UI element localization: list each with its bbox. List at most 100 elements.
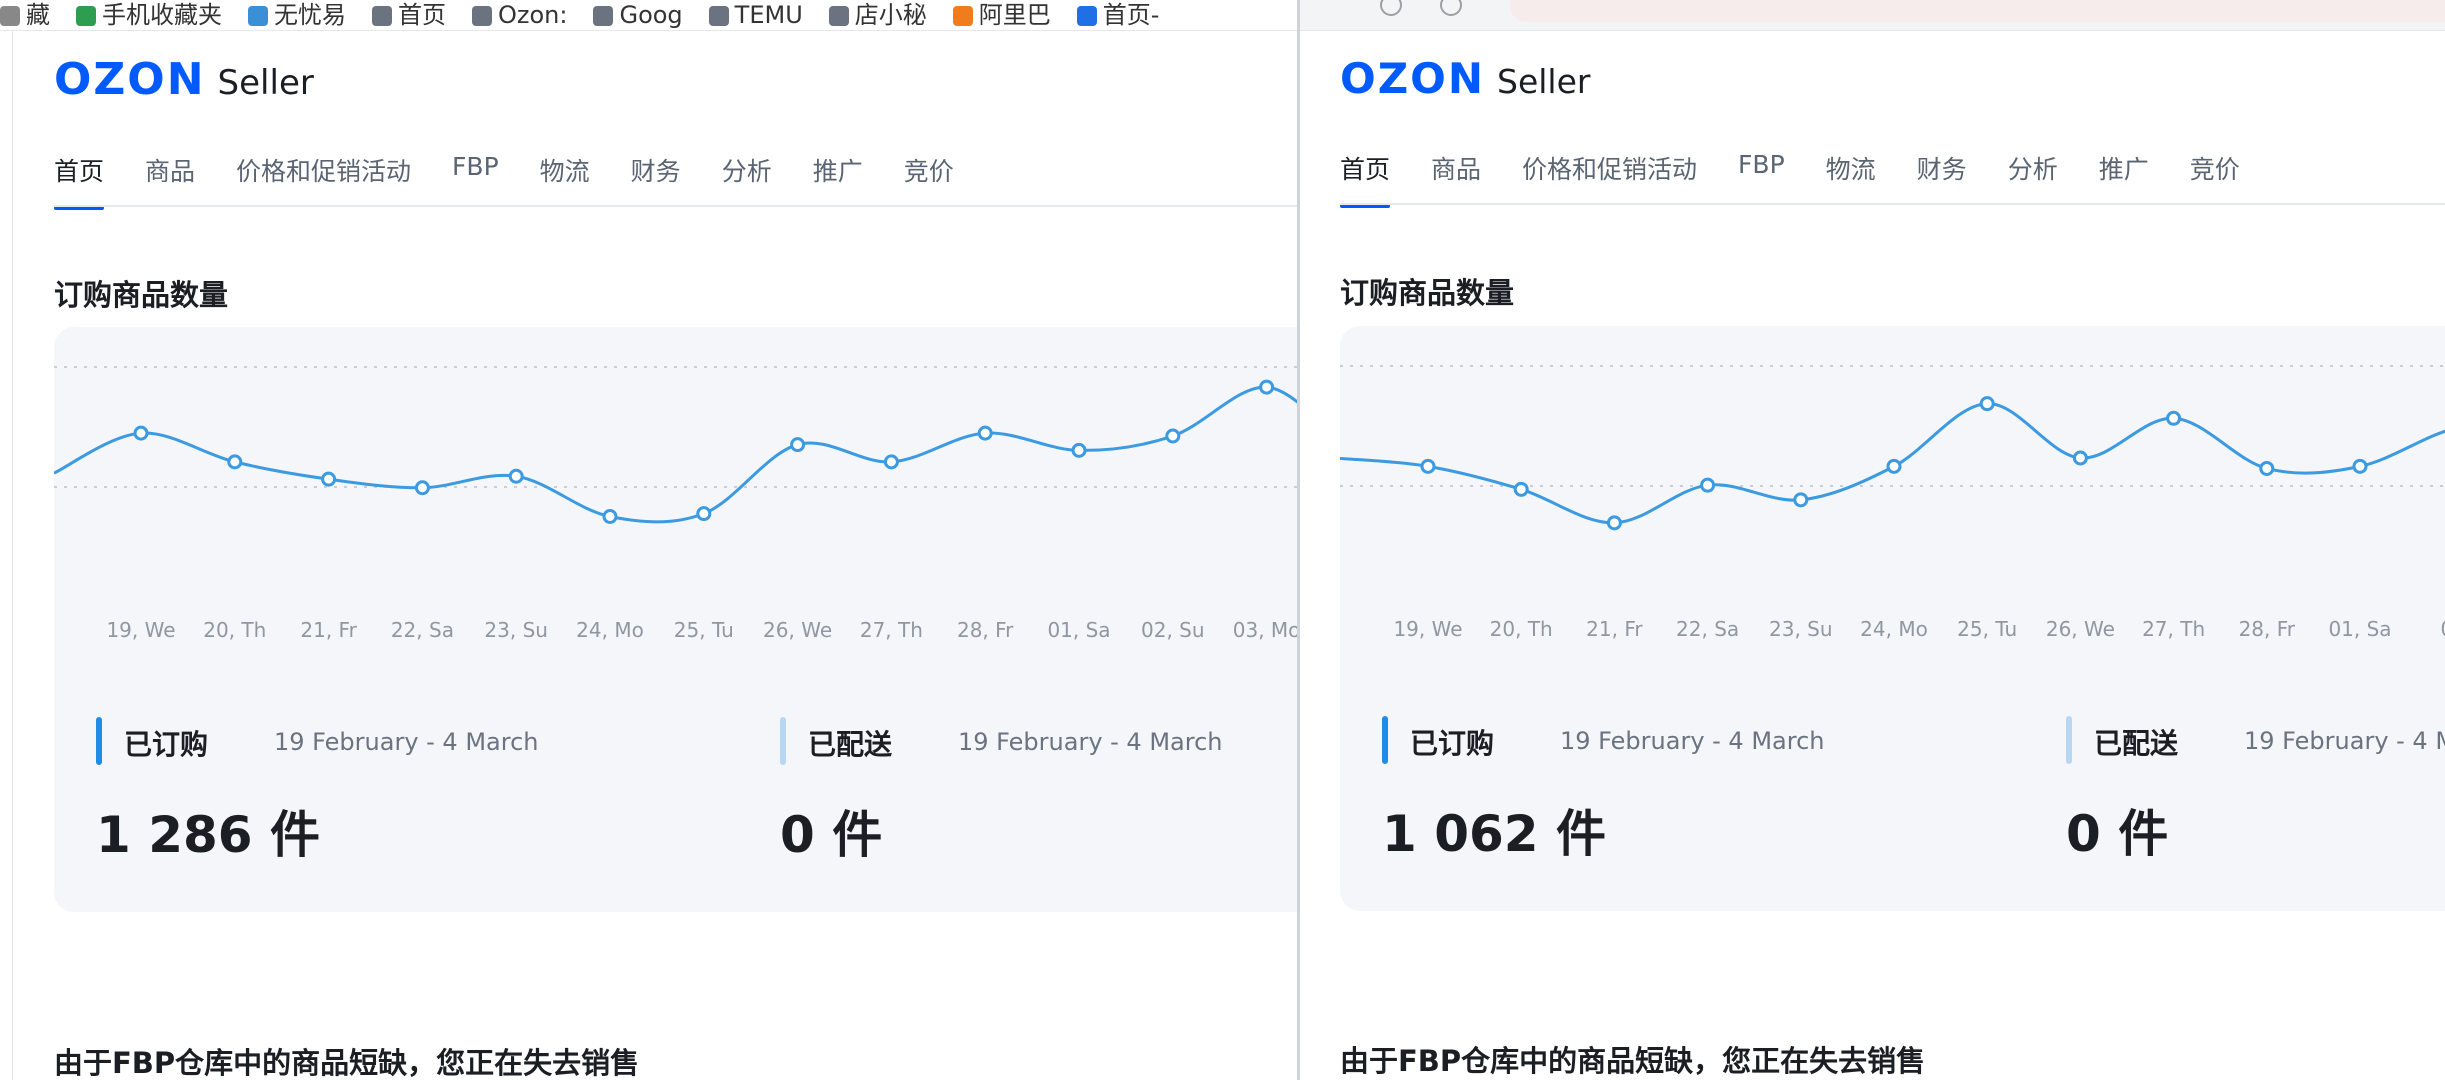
section-title-fbp-shortage: 由于FBP仓库中的商品短缺，您正在失去销售 (54, 1046, 640, 1080)
nav-tab[interactable]: 竞价 (904, 152, 954, 188)
nav-tab[interactable]: 商品 (1431, 150, 1481, 186)
bookmark-item[interactable]: 首页- (1076, 0, 1159, 30)
x-tick-label: 19, We (1393, 617, 1462, 641)
nav-tab[interactable]: FBP (452, 152, 499, 188)
x-tick-label: 01, Sa (2328, 617, 2391, 641)
data-point[interactable] (227, 454, 243, 470)
nav-tab[interactable]: 推广 (2099, 150, 2149, 186)
bookmark-item[interactable]: Ozon: (472, 0, 567, 30)
data-point[interactable] (1259, 379, 1275, 395)
data-point[interactable] (2259, 460, 2275, 476)
address-bar-strip (1300, 0, 2445, 31)
data-point[interactable] (2352, 458, 2368, 474)
bookmarks-bar: 藏 手机收藏夹 无忧易 首页 Ozon: Goog TEMU 店小秘 阿里巴 首页- (0, 0, 1298, 31)
data-point[interactable] (790, 437, 806, 453)
bookmark-icon (828, 6, 849, 26)
logo-product: Seller (1497, 62, 1591, 101)
bookmark-icon (0, 6, 20, 26)
stat-shipped-range: 19 February - 4 March (958, 728, 1223, 756)
nav-underline (54, 205, 1298, 207)
bookmark-label: 阿里巴 (978, 1, 1051, 29)
section-title-ordered-count: 订购商品数量 (1340, 276, 1515, 310)
bookmark-label: 藏 (26, 1, 50, 29)
nav-tab[interactable]: FBP (1738, 150, 1785, 186)
stat-ordered-range: 19 February - 4 March (274, 728, 539, 756)
x-tick-label: 02, Su (1141, 618, 1205, 642)
x-tick-label: 21, Fr (1586, 617, 1643, 641)
data-point[interactable] (1420, 458, 1436, 474)
nav-tab[interactable]: 物流 (1826, 150, 1876, 186)
data-point[interactable] (1071, 442, 1087, 458)
x-tick-label: 26, We (2046, 617, 2115, 641)
bookmark-item[interactable]: 藏 (0, 0, 50, 30)
stat-shipped-value: 0 件 (2066, 805, 2169, 863)
bookmark-item[interactable]: 店小秘 (828, 0, 927, 30)
address-bar[interactable] (1510, 0, 2445, 22)
nav-tab[interactable]: 首页 (1340, 150, 1391, 208)
x-tick-label: 20, Th (1490, 617, 1553, 641)
stat-shipped-bar (780, 717, 786, 765)
data-point[interactable] (1606, 515, 1622, 531)
x-tick-label: 24, Mo (576, 618, 644, 642)
bookmark-item[interactable]: TEMU (708, 0, 803, 30)
data-point[interactable] (1165, 428, 1181, 444)
x-tick-label: 27, Th (860, 618, 923, 642)
data-point[interactable] (1513, 481, 1529, 497)
data-point[interactable] (2072, 450, 2088, 466)
data-point[interactable] (1979, 396, 1995, 412)
nav-tab[interactable]: 价格和促销活动 (236, 152, 411, 188)
nav-tab[interactable]: 财务 (1917, 150, 1967, 186)
data-point[interactable] (883, 454, 899, 470)
bookmark-icon (952, 6, 973, 26)
bookmark-icon (76, 6, 96, 26)
ordered-items-chart: 19, We 20, Th 21, Fr 22, Sa 23, Su 24, Mo 25, … (54, 366, 1298, 642)
data-point[interactable] (602, 509, 618, 524)
data-point[interactable] (1886, 458, 1902, 474)
nav-tab[interactable]: 财务 (631, 152, 681, 188)
ordered-items-card: 19, We 20, Th 21, Fr 22, Sa 23, Su 24, Mo 25, … (54, 327, 1298, 912)
forward-icon[interactable] (1440, 0, 1462, 16)
x-tick-label: 26, We (763, 618, 832, 642)
nav-tab[interactable]: 分析 (722, 152, 772, 188)
data-point[interactable] (1793, 492, 1809, 508)
browser-window-left: 藏手机收藏夹 无忧易 首页 Ozon: Goog TEMU 店小秘 阿里巴 首页- OZON S… (0, 0, 1298, 1080)
data-point[interactable] (2166, 410, 2182, 426)
bookmark-item[interactable]: 手机收藏夹 (76, 0, 222, 30)
back-icon[interactable] (1380, 0, 1402, 16)
bookmark-label: 手机收藏夹 (102, 1, 222, 29)
stat-shipped-value: 0 件 (780, 806, 883, 864)
logo-product: Seller (217, 63, 314, 103)
stat-shipped-label: 已配送 (2094, 727, 2179, 760)
data-point[interactable] (133, 425, 149, 441)
bookmark-item[interactable]: 阿里巴 (952, 0, 1051, 30)
data-point[interactable] (414, 480, 430, 496)
nav-tab[interactable]: 物流 (540, 152, 590, 188)
x-tick-label: 22, Sa (391, 618, 454, 642)
nav-underline (1340, 203, 2445, 205)
nav-tab[interactable]: 价格和促销活动 (1522, 150, 1697, 186)
data-point[interactable] (508, 468, 524, 484)
ozon-seller-logo[interactable]: OZON Seller (1340, 54, 1590, 103)
data-point[interactable] (696, 506, 712, 522)
x-tick-label: 28, Fr (2239, 617, 2296, 641)
data-point[interactable] (321, 471, 337, 487)
ozon-seller-logo[interactable]: OZON Seller (54, 54, 314, 105)
x-tick-label: 22, Sa (1676, 617, 1739, 641)
x-tick-label: 25, Tu (674, 618, 734, 642)
bookmark-label: 无忧易 (274, 1, 346, 29)
nav-tab[interactable]: 分析 (2008, 150, 2058, 186)
bookmark-item[interactable]: 无忧易 (248, 0, 346, 30)
x-tick-label: 23, Su (1769, 617, 1833, 641)
nav-tab[interactable]: 首页 (54, 152, 105, 210)
bookmark-label: TEMU (734, 1, 803, 29)
stat-ordered-value: 1 286 件 (96, 806, 320, 864)
bookmark-item[interactable]: 首页 (372, 0, 446, 30)
nav-tab[interactable]: 推广 (813, 152, 863, 188)
nav-tab[interactable]: 竞价 (2190, 150, 2240, 186)
nav-tab[interactable]: 商品 (145, 152, 195, 188)
section-title-fbp-shortage: 由于FBP仓库中的商品短缺，您正在失去销售 (1340, 1044, 1926, 1078)
bookmark-item[interactable]: Goog (593, 0, 683, 30)
data-point[interactable] (977, 425, 993, 441)
data-point[interactable] (1700, 477, 1716, 493)
x-tick-label: 03, Mo (1233, 618, 1298, 642)
